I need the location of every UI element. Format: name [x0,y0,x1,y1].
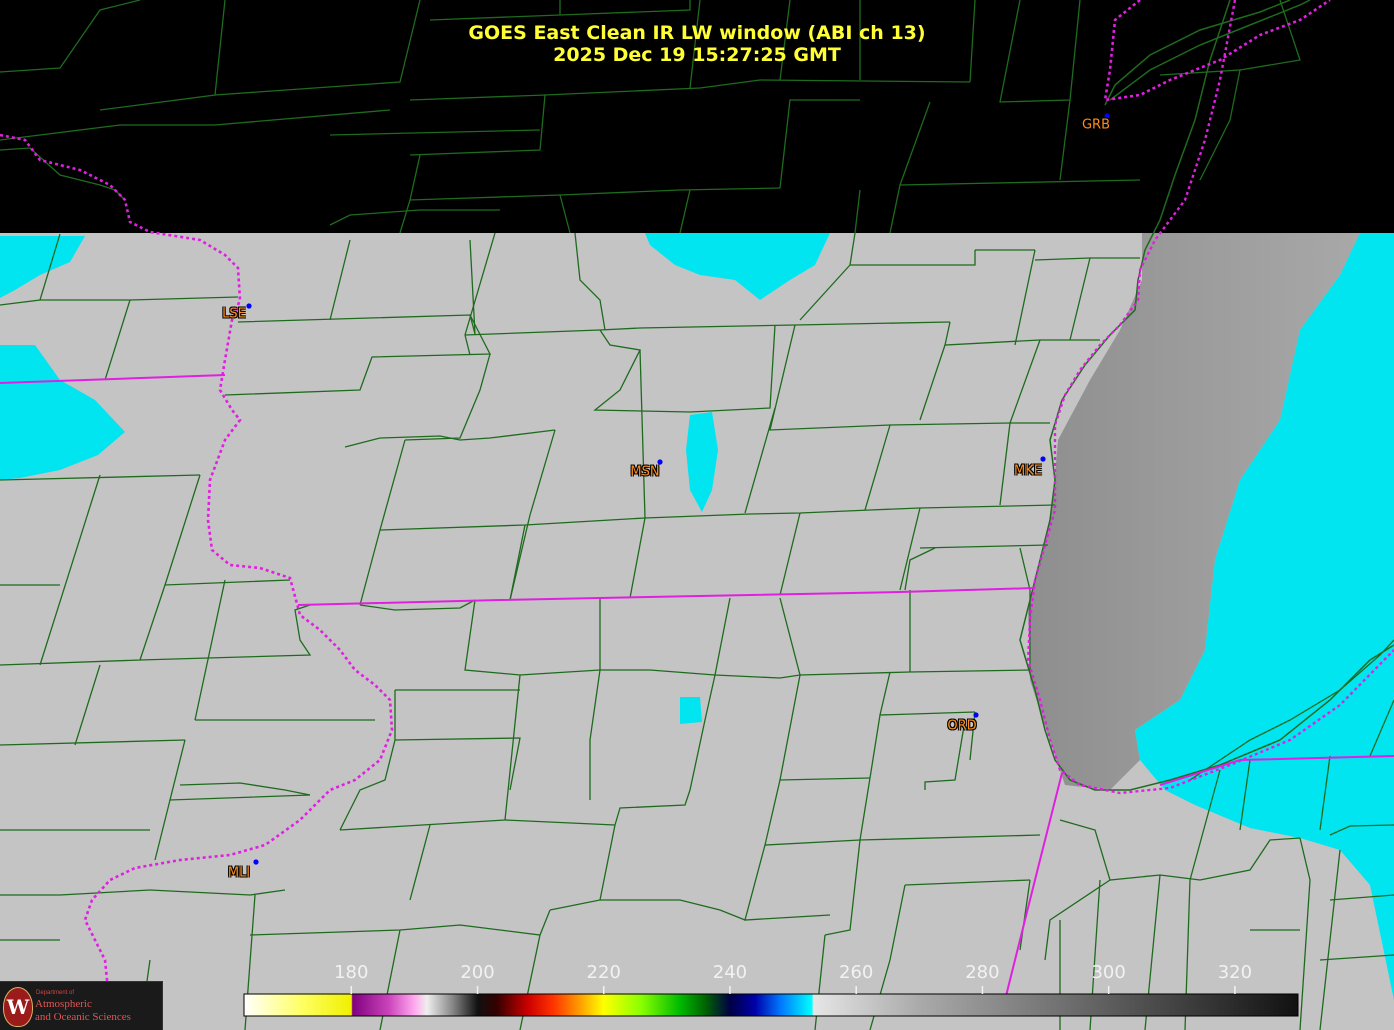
colorbar-tick-label: 320 [1217,962,1253,983]
colorbar-tick-label: 200 [460,962,495,983]
station-label-grb: GRB [1081,117,1111,133]
colorbar-tick-label: 280 [965,962,1000,983]
colorbar-tick-label: 240 [712,962,748,983]
station-label-ord: ORD [947,718,977,734]
station-dot-mke [1040,456,1046,462]
colorbar-tick-label: 300 [1091,962,1126,983]
station-label-mli: MLI [227,865,251,881]
colorbar-tick-label: 180 [334,962,369,983]
station-dot-lse [246,303,252,309]
satellite-viewer: GOES East Clean IR LW window (ABI ch 13)… [0,0,1394,1030]
colorbar-strip [243,993,1299,1017]
aos-logo: W Department of Atmospheric and Oceanic … [0,981,163,1030]
image-title: GOES East Clean IR LW window (ABI ch 13) [468,22,926,44]
uw-seal-icon: W [3,987,33,1027]
station-label-lse: LSE [222,306,246,322]
image-timestamp: 2025 Dec 19 15:27:25 GMT [553,44,841,66]
logo-line-1: Atmospheric [35,998,92,1010]
station-label-msn: MSN [630,464,660,480]
station-dot-mli [253,859,259,865]
logo-line-2: and Oceanic Sciences [35,1011,131,1023]
satellite-image-map [0,0,1394,1030]
cloud-patch-small [680,697,702,724]
colorbar-tick-label: 260 [839,962,874,983]
station-dot-ord [973,712,979,718]
station-label-mke: MKE [1014,463,1042,479]
logo-dept-text: Department of [36,990,75,996]
colorbar-tick-label: 220 [586,962,621,983]
